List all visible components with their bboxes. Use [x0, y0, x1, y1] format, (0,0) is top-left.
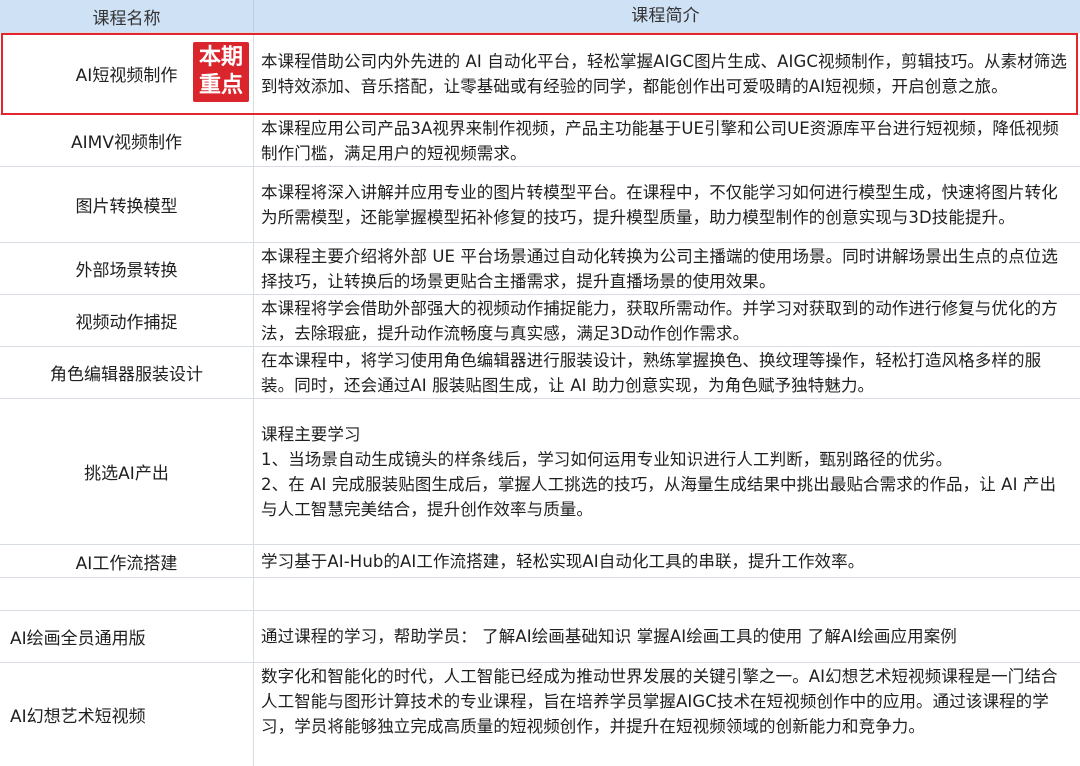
course-name: AI短视频制作 — [75, 66, 178, 86]
course-desc-cell[interactable]: 本课程将学会借助外部强大的视频动作捕捉能力，获取所需动作。并学习对获取到的动作进… — [254, 295, 1080, 346]
table-row: 挑选AI产出 课程主要学习 1、当场景自动生成镜头的样条线后，学习如何运用专业知… — [0, 399, 1080, 545]
table-row — [0, 578, 1080, 611]
spreadsheet: 课程名称 课程简介 AI短视频制作 本课程借助公司内外先进的 AI 自动化平台，… — [0, 0, 1080, 766]
table-row: AIMV视频制作 本课程应用公司产品3A视界来制作视频，产品主功能基于UE引擎和… — [0, 115, 1080, 167]
course-name-cell[interactable]: 角色编辑器服装设计 — [0, 347, 254, 398]
key-focus-badge: 本期 重点 — [193, 42, 249, 102]
course-desc-cell[interactable]: 数字化和智能化的时代，人工智能已经成为推动世界发展的关键引擎之一。AI幻想艺术短… — [254, 663, 1080, 766]
course-desc-cell[interactable]: 本课程将深入讲解并应用专业的图片转模型平台。在课程中，不仅能学习如何进行模型生成… — [254, 167, 1080, 242]
course-name-cell[interactable]: AI工作流搭建 — [0, 545, 254, 577]
course-desc-cell[interactable]: 在本课程中，将学习使用角色编辑器进行服装设计，熟练掌握换色、换纹理等操作，轻松打… — [254, 347, 1080, 398]
table-row: AI短视频制作 本课程借助公司内外先进的 AI 自动化平台，轻松掌握AIGC图片… — [0, 33, 1080, 115]
course-desc-cell[interactable]: 本课程借助公司内外先进的 AI 自动化平台，轻松掌握AIGC图片生成、AIGC视… — [254, 33, 1080, 114]
course-desc-cell[interactable] — [254, 578, 1080, 610]
table-row: AI工作流搭建 学习基于AI-Hub的AI工作流搭建，轻松实现AI自动化工具的串… — [0, 545, 1080, 578]
course-desc-cell[interactable]: 本课程主要介绍将外部 UE 平台场景通过自动化转换为公司主播端的使用场景。同时讲… — [254, 243, 1080, 294]
course-name-cell[interactable]: AI幻想艺术短视频 — [0, 663, 254, 766]
course-name-cell[interactable]: 图片转换模型 — [0, 167, 254, 242]
table-row: AI幻想艺术短视频 数字化和智能化的时代，人工智能已经成为推动世界发展的关键引擎… — [0, 663, 1080, 766]
badge-line-1: 本期 — [198, 45, 243, 70]
header-course-desc[interactable]: 课程简介 — [254, 0, 1080, 32]
course-name-cell[interactable] — [0, 578, 254, 610]
table-row: 角色编辑器服装设计 在本课程中，将学习使用角色编辑器进行服装设计，熟练掌握换色、… — [0, 347, 1080, 399]
header-row: 课程名称 课程简介 — [0, 0, 1080, 33]
course-name-cell[interactable]: AI绘画全员通用版 — [0, 611, 254, 662]
table-row: 图片转换模型 本课程将深入讲解并应用专业的图片转模型平台。在课程中，不仅能学习如… — [0, 167, 1080, 243]
table-row: 视频动作捕捉 本课程将学会借助外部强大的视频动作捕捉能力，获取所需动作。并学习对… — [0, 295, 1080, 347]
course-name-cell[interactable]: 视频动作捕捉 — [0, 295, 254, 346]
badge-line-2: 重点 — [198, 73, 243, 98]
header-course-name[interactable]: 课程名称 — [0, 0, 254, 32]
course-name-cell[interactable]: 外部场景转换 — [0, 243, 254, 294]
course-desc-cell[interactable]: 课程主要学习 1、当场景自动生成镜头的样条线后，学习如何运用专业知识进行人工判断… — [254, 399, 1080, 544]
course-desc-cell[interactable]: 本课程应用公司产品3A视界来制作视频，产品主功能基于UE引擎和公司UE资源库平台… — [254, 115, 1080, 166]
course-desc-cell[interactable]: 学习基于AI-Hub的AI工作流搭建，轻松实现AI自动化工具的串联，提升工作效率… — [254, 545, 1080, 577]
table-row: 外部场景转换 本课程主要介绍将外部 UE 平台场景通过自动化转换为公司主播端的使… — [0, 243, 1080, 295]
course-desc-cell[interactable]: 通过课程的学习，帮助学员： 了解AI绘画基础知识 掌握AI绘画工具的使用 了解A… — [254, 611, 1080, 662]
course-name-cell[interactable]: AIMV视频制作 — [0, 115, 254, 166]
course-name-cell[interactable]: 挑选AI产出 — [0, 399, 254, 544]
table-row: AI绘画全员通用版 通过课程的学习，帮助学员： 了解AI绘画基础知识 掌握AI绘… — [0, 611, 1080, 663]
